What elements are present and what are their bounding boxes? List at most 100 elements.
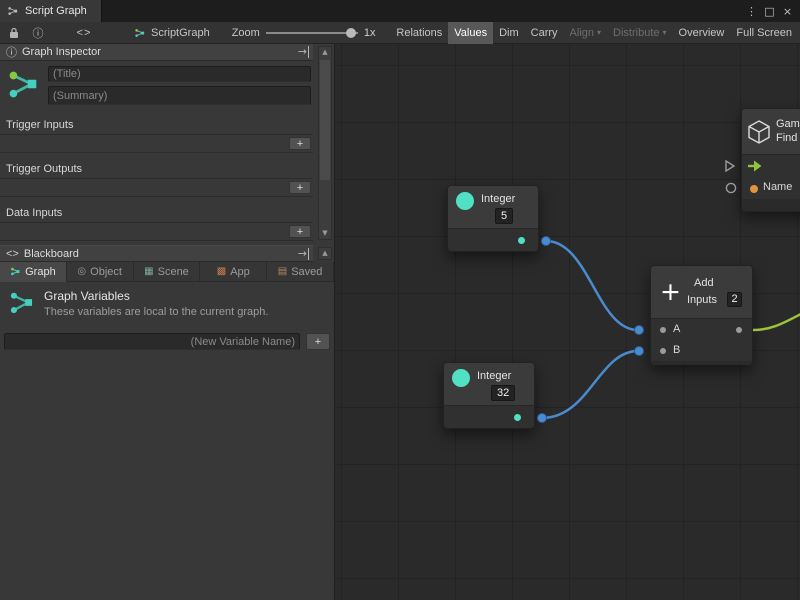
tab-saved[interactable]: ▤ Saved [267, 262, 334, 282]
values-button[interactable]: Values [448, 22, 493, 44]
integer-value-field[interactable]: 5 [495, 208, 513, 224]
saved-tab-icon: ▤ [278, 266, 287, 277]
node-integer-2[interactable]: Integer 32 [443, 362, 535, 429]
graph-summary-input[interactable] [48, 86, 311, 105]
control-input-port-icon[interactable] [723, 158, 737, 174]
align-button[interactable]: Align▾ [564, 22, 607, 44]
trigger-outputs-label: Trigger Outputs [0, 162, 313, 179]
gameobject-cube-icon [747, 119, 771, 145]
port-label-name: Name [763, 181, 792, 193]
node-integer-1[interactable]: Integer 5 [447, 185, 539, 252]
script-graph-window: Script Graph ⋮ □ × ⓘ <> ScriptGraph Zoom… [0, 0, 800, 600]
tab-object[interactable]: ◎ Object [67, 262, 134, 282]
graph-name-button[interactable]: ScriptGraph [128, 22, 216, 44]
add-trigger-input-button[interactable]: + [289, 137, 311, 150]
node-gameobject-find[interactable]: GameObject Find Name [741, 108, 800, 212]
node-add[interactable]: + Add Inputs 2 A B [650, 265, 753, 365]
input-port-b[interactable] [660, 348, 666, 354]
port-label-b: B [673, 344, 680, 356]
control-port-arrow-icon[interactable] [747, 159, 763, 173]
window-menu-icon[interactable]: ⋮ [744, 5, 759, 18]
zoom-slider-track [266, 32, 358, 34]
window-maximize-icon[interactable]: □ [762, 5, 777, 18]
chevron-down-icon: ▾ [663, 28, 667, 37]
graph-title-input[interactable] [48, 66, 311, 82]
add-trigger-output-button[interactable]: + [289, 181, 311, 194]
toolbar-toggles: Relations Values Dim Carry Align▾ Distri… [390, 22, 798, 44]
graph-variables-icon [8, 289, 35, 316]
data-inputs-label: Data Inputs [0, 206, 313, 223]
graph-variables-desc: These variables are local to the current… [44, 306, 268, 318]
window-close-icon[interactable]: × [780, 5, 795, 18]
node-title: Integer [477, 370, 511, 382]
wire-int2-to-add-b [542, 351, 638, 418]
string-input-port[interactable] [750, 185, 758, 193]
tab-graph[interactable]: Graph [0, 262, 67, 282]
scroll-down-icon[interactable]: ▼ [319, 228, 331, 239]
chevron-down-icon: ▾ [597, 28, 601, 37]
dim-button[interactable]: Dim [493, 22, 525, 44]
zoom-slider[interactable] [266, 26, 358, 40]
scroll-up-icon[interactable]: ▲ [319, 47, 331, 58]
titlebar: Script Graph ⋮ □ × [0, 0, 800, 22]
integer-type-icon [452, 369, 470, 387]
node-subtitle: Inputs [687, 294, 717, 306]
integer-type-icon [456, 192, 474, 210]
graph-meta [0, 61, 313, 109]
add-variable-button[interactable]: + [306, 333, 330, 350]
integer-value-field[interactable]: 32 [491, 385, 515, 401]
new-variable-input[interactable] [4, 333, 300, 350]
data-inputs-section: Data Inputs + [0, 206, 313, 241]
name-input-row: Name [742, 177, 800, 199]
overview-button[interactable]: Overview [673, 22, 731, 44]
connected-port-dot [538, 414, 547, 423]
distribute-button[interactable]: Distribute▾ [607, 22, 672, 44]
graph-canvas[interactable]: Integer 5 Integer 32 [335, 44, 800, 600]
input-row-a: A [651, 319, 752, 340]
full-screen-button[interactable]: Full Screen [730, 22, 798, 44]
lock-button[interactable] [2, 22, 26, 44]
blackboard-title: Blackboard [24, 248, 79, 260]
tab-app[interactable]: ▩ App [200, 262, 267, 282]
output-port[interactable] [518, 237, 525, 244]
graph-inspector-header: ⓘ Graph Inspector → [0, 44, 313, 61]
trigger-outputs-list: + [0, 179, 313, 197]
window-tab-script-graph[interactable]: Script Graph [0, 0, 102, 22]
input-port-a[interactable] [660, 327, 666, 333]
tab-scene[interactable]: ▦ Scene [134, 262, 201, 282]
inspector-scrollbar[interactable]: ▲ ▼ [318, 46, 332, 240]
zoom-slider-knob[interactable] [346, 28, 356, 38]
blackboard-scrollbar[interactable]: ▲ [318, 247, 332, 260]
new-variable-row: + [0, 326, 334, 350]
inputs-count-field[interactable]: 2 [727, 292, 742, 307]
graph-variables-section: Graph Variables These variables are loca… [0, 282, 334, 326]
control-input-row [742, 155, 800, 177]
connected-port-dot [635, 347, 644, 356]
script-graph-icon [134, 27, 146, 39]
output-port[interactable] [514, 414, 521, 421]
data-inputs-list: + [0, 223, 313, 241]
blackboard-icon: <> [6, 248, 19, 260]
relations-button[interactable]: Relations [390, 22, 448, 44]
dock-icon[interactable]: → [298, 46, 309, 58]
info-icon: ⓘ [6, 44, 17, 60]
zoom-value: 1x [364, 27, 376, 39]
blackboard-header: <> Blackboard → [0, 245, 313, 262]
add-data-input-button[interactable]: + [289, 225, 311, 238]
output-port[interactable] [736, 327, 742, 333]
plus-icon: + [660, 279, 681, 304]
value-input-port-icon[interactable] [725, 182, 737, 194]
port-label-a: A [673, 323, 680, 335]
code-preview-button[interactable]: <> [54, 22, 114, 44]
info-button[interactable]: ⓘ [26, 22, 50, 44]
connected-port-dot [635, 326, 644, 335]
scroll-up-icon[interactable]: ▲ [319, 248, 331, 259]
node-title: GameObject [776, 117, 800, 131]
graph-inspector-title: Graph Inspector [22, 46, 101, 58]
dock-icon[interactable]: → [298, 248, 309, 260]
input-row-b: B [651, 340, 752, 361]
trigger-outputs-section: Trigger Outputs + [0, 162, 313, 197]
scrollbar-thumb[interactable] [320, 60, 330, 180]
carry-button[interactable]: Carry [525, 22, 564, 44]
script-graph-tab-icon [7, 5, 19, 17]
